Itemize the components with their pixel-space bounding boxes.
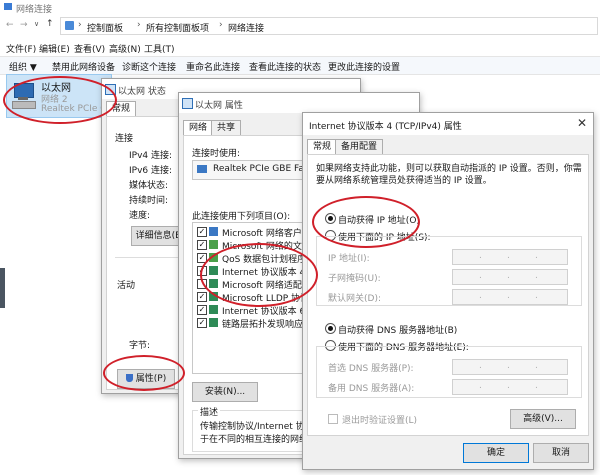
alternate-dns-field: ... [452, 379, 568, 395]
ip-address-label: IP 地址(I): [328, 254, 370, 264]
service-icon [209, 240, 218, 249]
organize-button[interactable]: 组织 ▼ [9, 60, 37, 73]
preferred-dns-field: ... [452, 359, 568, 375]
ipv6-connectivity-label: IPv6 连接: [129, 166, 173, 176]
item-checkbox[interactable]: ✓ [197, 305, 207, 315]
intro-text: 如果网络支持此功能，则可以获取自动指派的 IP 设置。否则，你需要从网络系统管理… [316, 164, 582, 186]
address-bar-row: ← → ∨ ↑ › 控制面板 › 所有控制面板项 › 网络连接 [0, 16, 600, 36]
properties-dialog-title: 以太网 属性 [195, 101, 243, 111]
breadcrumb-network-connections[interactable]: 网络连接 [228, 21, 264, 34]
activity-section-label: 活动 [117, 281, 136, 291]
tab-sharing[interactable]: 共享 [211, 120, 242, 136]
ipv4-dialog-title: Internet 协议版本 4 (TCP/IPv4) 属性 [309, 122, 462, 132]
change-settings-button[interactable]: 更改此连接的设置 [328, 60, 400, 73]
breadcrumb-separator: › [78, 20, 82, 30]
item-checkbox[interactable]: ✓ [197, 227, 207, 237]
menu-advanced[interactable]: 高级(N) [109, 42, 141, 55]
subnet-mask-label: 子网掩码(U): [328, 274, 381, 284]
annotation-circle-auto-ip [312, 196, 420, 248]
media-state-label: 媒体状态: [129, 181, 169, 191]
menu-tools[interactable]: 工具(T) [144, 42, 175, 55]
advanced-button-label: 高级(V)... [523, 414, 563, 424]
command-bar: 组织 ▼ 禁用此网络设备 诊断这个连接 重命名此连接 查看此连接的状态 更改此连… [0, 56, 600, 75]
ipv4-dialog: Internet 协议版本 4 (TCP/IPv4) 属性 ✕ 常规 备用配置 … [302, 112, 594, 470]
view-status-button[interactable]: 查看此连接的状态 [249, 60, 321, 73]
adapter-icon [197, 165, 207, 173]
protocol-icon [209, 318, 218, 327]
explorer-titlebar: 网络连接 [0, 0, 600, 15]
gateway-field: ... [452, 289, 568, 305]
advanced-button[interactable]: 高级(V)... [510, 409, 576, 429]
ok-button-label: 确定 [486, 448, 505, 458]
item-checkbox[interactable]: ✓ [197, 318, 207, 328]
tab-sharing-label: 共享 [217, 123, 236, 133]
rename-button[interactable]: 重命名此连接 [186, 60, 240, 73]
subnet-mask-field: ... [452, 269, 568, 285]
bytes-label: 字节: [129, 341, 151, 351]
duration-label: 持续时间: [129, 196, 169, 206]
status-dialog-title: 以太网 状态 [118, 87, 166, 97]
annotation-circle-ipv4-item [200, 243, 318, 307]
description-label: 描述 [198, 405, 221, 418]
tab-network-label: 网络 [189, 123, 208, 133]
auto-dns-radio[interactable] [325, 323, 336, 334]
breadcrumb-control-panel[interactable]: 控制面板 [87, 21, 123, 34]
auto-dns-label[interactable]: 自动获得 DNS 服务器地址(B) [338, 323, 457, 336]
network-icon [182, 98, 193, 109]
recent-dropdown-icon[interactable]: ∨ [34, 20, 39, 28]
description-text-2: 于在不同的相互连接的网络上 [200, 435, 318, 445]
preferred-dns-label: 首选 DNS 服务器(P): [328, 364, 414, 374]
cancel-button[interactable]: 取消 [533, 443, 589, 463]
annotation-circle-adapter [3, 76, 117, 124]
validate-on-exit-checkbox[interactable] [328, 414, 338, 424]
ipv4-dialog-titlebar: Internet 协议版本 4 (TCP/IPv4) 属性 ✕ [303, 113, 593, 135]
connection-section-label: 连接 [115, 134, 134, 144]
close-icon[interactable]: ✕ [577, 116, 587, 130]
annotation-circle-properties [103, 355, 185, 391]
divider [115, 257, 185, 258]
back-arrow-icon[interactable]: ← [6, 20, 14, 30]
ipv4-connectivity-label: IPv4 连接: [129, 151, 173, 161]
items-label: 此连接使用下列项目(O): [192, 212, 291, 222]
breadcrumb-all-items[interactable]: 所有控制面板项 [146, 21, 209, 34]
control-panel-icon [65, 21, 74, 30]
menu-file[interactable]: 文件(F) [6, 42, 36, 55]
menu-bar: 文件(F) 编辑(E) 查看(V) 高级(N) 工具(T) [0, 39, 600, 55]
ip-address-field: ... [452, 249, 568, 265]
forward-arrow-icon[interactable]: → [20, 20, 28, 30]
tab-general-label: 常规 [313, 142, 332, 152]
install-button-label: 安装(N)... [204, 387, 246, 397]
menu-edit[interactable]: 编辑(E) [39, 42, 70, 55]
tab-alternate-config-label: 备用配置 [341, 142, 378, 152]
network-folder-icon [4, 3, 12, 10]
item-checkbox[interactable]: ✓ [197, 240, 207, 250]
ok-button[interactable]: 确定 [463, 443, 529, 463]
address-field[interactable]: › 控制面板 › 所有控制面板项 › 网络连接 [60, 17, 598, 35]
speed-label: 速度: [129, 211, 151, 221]
gateway-label: 默认网关(D): [328, 294, 381, 304]
validate-on-exit-label[interactable]: 退出时验证设置(L) [342, 413, 417, 426]
client-icon [209, 227, 218, 236]
side-handle [0, 268, 5, 308]
window-title: 网络连接 [16, 5, 53, 15]
diagnose-button[interactable]: 诊断这个连接 [122, 60, 176, 73]
breadcrumb-separator: › [137, 20, 141, 30]
cancel-button-label: 取消 [551, 448, 570, 458]
connect-using-label: 连接时使用: [192, 149, 241, 159]
menu-view[interactable]: 查看(V) [74, 42, 105, 55]
tab-alternate-config[interactable]: 备用配置 [335, 139, 384, 155]
properties-dialog-titlebar: 以太网 属性 [179, 93, 419, 113]
protocol-icon [209, 305, 218, 314]
disable-device-button[interactable]: 禁用此网络设备 [52, 60, 115, 73]
item-checkbox[interactable]: ✓ [197, 292, 207, 302]
alternate-dns-label: 备用 DNS 服务器(A): [328, 384, 415, 394]
install-button[interactable]: 安装(N)... [192, 382, 258, 402]
breadcrumb-separator: › [219, 20, 223, 30]
up-arrow-icon[interactable]: ↑ [46, 19, 54, 29]
